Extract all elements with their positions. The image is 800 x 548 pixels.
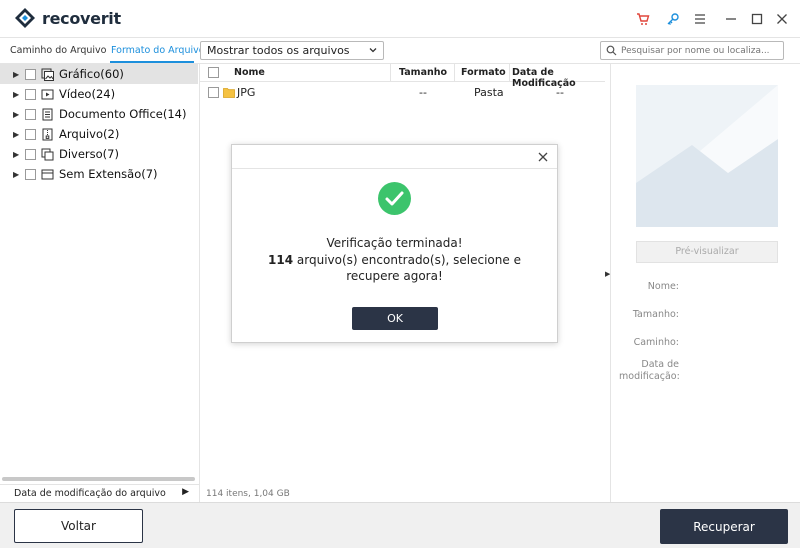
search-box[interactable]	[600, 41, 784, 60]
sidebar-item-label: Arquivo(2)	[59, 127, 120, 141]
sidebar-item-no-extension[interactable]: ▶ Sem Extensão(7)	[0, 164, 198, 184]
sidebar-item-label: Gráfico(60)	[59, 67, 124, 81]
meta-name-label: Nome:	[647, 281, 679, 292]
file-modified: --	[556, 86, 564, 99]
preview-button[interactable]: Pré-visualizar	[636, 241, 778, 263]
file-filter-value: Mostrar todos os arquivos	[207, 44, 350, 57]
sidebar-item-graphic[interactable]: ▶ Gráfico(60)	[0, 64, 198, 84]
misc-icon	[41, 148, 54, 160]
sidebar-item-office-document[interactable]: ▶ Documento Office(14)	[0, 104, 198, 124]
sidebar-item-label: Documento Office(14)	[59, 107, 187, 121]
dialog-message-text: arquivo(s) encontrado(s), selecione e re…	[293, 253, 521, 283]
preview-placeholder-image	[636, 85, 778, 227]
file-name: JPG	[237, 86, 256, 99]
sidebar-item-label: Vídeo(24)	[59, 87, 116, 101]
dialog-message: 114 arquivo(s) encontrado(s), selecione …	[242, 252, 547, 284]
maximize-icon	[751, 13, 763, 25]
file-filter-dropdown[interactable]: Mostrar todos os arquivos	[200, 41, 384, 60]
brand-name: recoverit	[42, 9, 121, 28]
hamburger-menu-icon	[695, 14, 705, 24]
menu-button[interactable]	[691, 10, 709, 28]
image-icon	[41, 68, 54, 81]
row-checkbox[interactable]	[208, 87, 219, 98]
checkbox[interactable]	[25, 168, 36, 180]
sidebar-footer-modified-date[interactable]: Data de modificação do arquivo ▶	[0, 484, 200, 502]
chevron-right-icon: ▶	[182, 487, 189, 497]
cart-button[interactable]	[634, 10, 652, 28]
ok-button[interactable]: OK	[352, 307, 438, 330]
close-icon[interactable]	[537, 151, 549, 163]
meta-size-label: Tamanho:	[632, 309, 679, 320]
title-bar: recoverit	[0, 0, 800, 38]
sidebar-item-label: Diverso(7)	[59, 147, 119, 161]
recoverit-logo-icon	[15, 8, 35, 28]
search-input[interactable]	[621, 43, 781, 58]
tab-file-path[interactable]: Caminho do Arquivo	[10, 45, 106, 56]
select-all-checkbox[interactable]	[208, 67, 219, 78]
meta-path-label: Caminho:	[633, 337, 679, 348]
sidebar-item-misc[interactable]: ▶ Diverso(7)	[0, 144, 198, 164]
column-name[interactable]: Nome	[234, 67, 265, 78]
expand-arrow-icon[interactable]: ▶	[13, 70, 23, 79]
close-icon	[777, 14, 787, 24]
key-icon	[667, 13, 679, 25]
minimize-button[interactable]	[722, 10, 740, 28]
file-size: --	[419, 86, 427, 99]
column-size[interactable]: Tamanho	[399, 67, 447, 78]
items-count: 114 itens, 1,04 GB	[206, 489, 290, 499]
meta-modified-label: Data de modificação:	[619, 359, 680, 382]
table-row[interactable]: JPG -- Pasta --	[200, 84, 605, 102]
column-format[interactable]: Formato	[461, 67, 506, 78]
active-tab-indicator	[110, 61, 194, 63]
horizontal-scrollbar[interactable]	[2, 477, 195, 481]
checkbox[interactable]	[25, 68, 36, 80]
chevron-down-icon	[369, 48, 377, 53]
checkbox[interactable]	[25, 108, 36, 120]
maximize-button[interactable]	[748, 10, 766, 28]
checkbox[interactable]	[25, 128, 36, 140]
sidebar-item-label: Sem Extensão(7)	[59, 167, 158, 181]
expand-arrow-icon[interactable]: ▶	[13, 130, 23, 139]
recover-button[interactable]: Recuperar	[660, 509, 788, 544]
file-list-header: Nome Tamanho Formato Data de Modificação	[200, 64, 605, 89]
minimize-icon	[726, 18, 736, 20]
key-button[interactable]	[664, 10, 682, 28]
video-icon	[41, 89, 54, 99]
document-icon	[42, 108, 53, 120]
folder-icon	[223, 88, 235, 98]
sidebar-footer-label: Data de modificação do arquivo	[14, 488, 166, 499]
category-sidebar: ▶ Gráfico(60) ▶ Vídeo(24) ▶ Documento Of…	[0, 64, 200, 484]
back-button[interactable]: Voltar	[14, 509, 143, 543]
checkbox[interactable]	[25, 88, 36, 100]
expand-arrow-icon[interactable]: ▶	[13, 90, 23, 99]
scan-complete-dialog: Verificação terminada! 114 arquivo(s) en…	[231, 144, 558, 343]
sidebar-item-video[interactable]: ▶ Vídeo(24)	[0, 84, 198, 104]
expand-arrow-icon[interactable]: ▶	[13, 150, 23, 159]
found-count: 114	[268, 253, 294, 267]
file-format: Pasta	[474, 86, 504, 99]
bottom-bar: Voltar Recuperar	[0, 502, 800, 548]
sidebar-item-archive[interactable]: ▶ Arquivo(2)	[0, 124, 198, 144]
archive-icon	[42, 128, 53, 140]
expand-arrow-icon[interactable]: ▶	[13, 170, 23, 179]
success-check-icon	[378, 182, 411, 215]
placeholder-image-icon	[636, 85, 778, 227]
checkbox[interactable]	[25, 148, 36, 160]
expand-arrow-icon[interactable]: ▶	[13, 110, 23, 119]
no-extension-icon	[41, 169, 54, 179]
dialog-title: Verificação terminada!	[326, 236, 463, 250]
preview-panel: Pré-visualizar Nome: Tamanho: Caminho: D…	[610, 64, 800, 502]
toolbar-row: Caminho do Arquivo Formato do Arquivo Mo…	[0, 39, 800, 64]
cart-icon	[637, 13, 650, 25]
close-window-button[interactable]	[773, 10, 791, 28]
search-icon	[606, 45, 617, 56]
tab-file-format[interactable]: Formato do Arquivo	[111, 45, 205, 56]
